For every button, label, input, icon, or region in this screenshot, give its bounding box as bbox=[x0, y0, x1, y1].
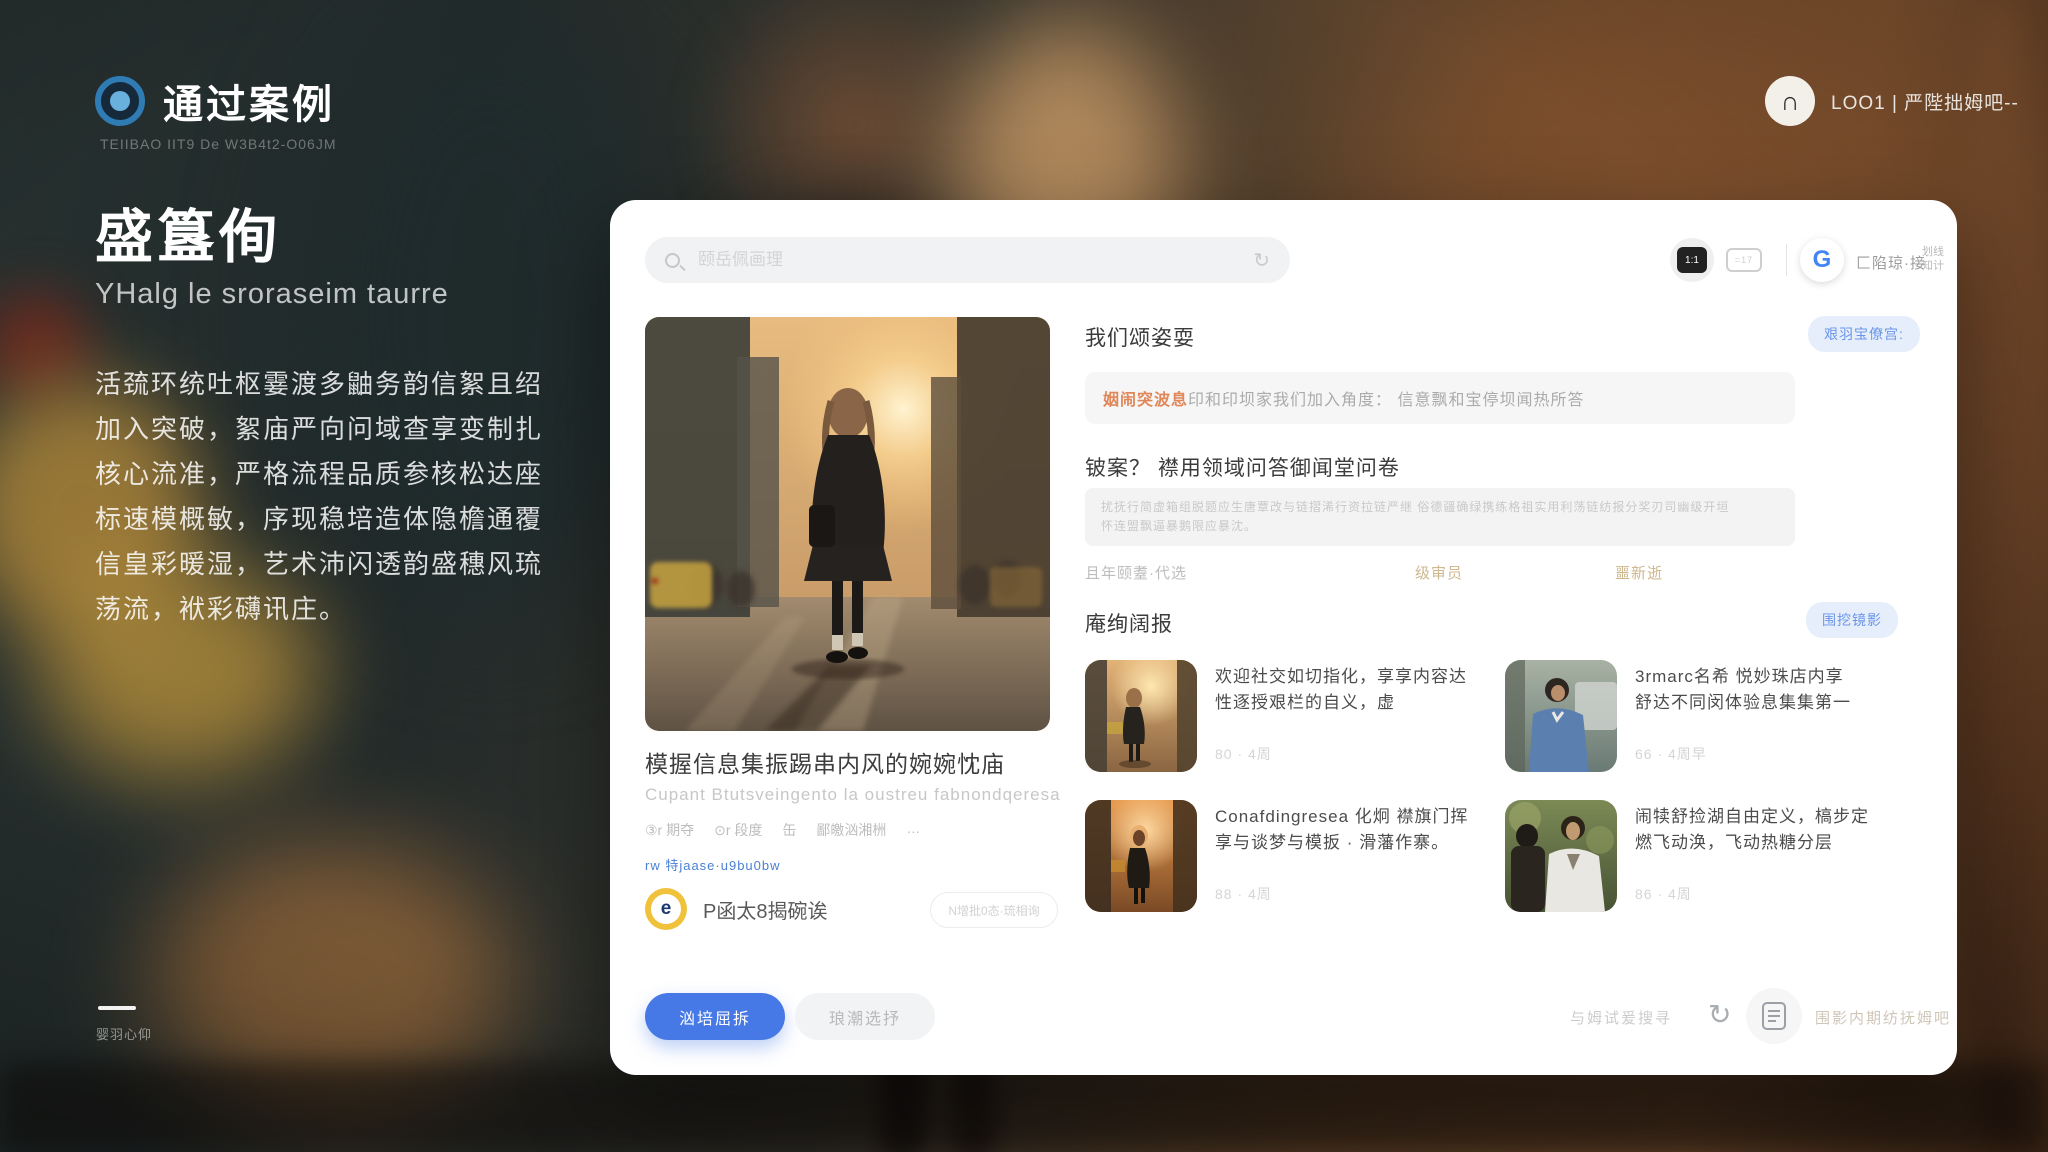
feed-title-line: 舒达不同闵体验息集集第一 bbox=[1635, 690, 1915, 716]
keyboard-icon[interactable]: =17 bbox=[1726, 248, 1762, 272]
feed-title: Conafdingresea 化炯 襟旗门挥 享与谈梦与模扳 · 滑藩作寨。 bbox=[1215, 804, 1495, 856]
feed-title: 3rmarc名希 悦妙珠店内享 舒达不同闵体验息集集第一 bbox=[1635, 664, 1915, 716]
feed-title-line: 性逐授艰栏的自义，虚 bbox=[1215, 690, 1495, 716]
toolbar-divider bbox=[1786, 244, 1787, 276]
hero-line: 荡流，袱彩礴讯庄。 bbox=[95, 587, 555, 632]
document-button[interactable] bbox=[1746, 988, 1802, 1044]
brand-name: 通过案例 bbox=[163, 72, 335, 130]
qa-label[interactable]: 级审员 bbox=[1415, 562, 1615, 583]
hero-line: 加入突破，絮庙严向问域查享变制扎 bbox=[95, 407, 555, 452]
feed-item[interactable]: 欢迎社交如切指化，享享内容达 性逐授艰栏的自义，虚 80 · 4周 bbox=[1085, 660, 1495, 772]
main-card: ↻ 1:1 =17 G 匚陷琼·接 划线 知计 bbox=[610, 200, 1957, 1075]
featured-image[interactable] bbox=[645, 317, 1050, 731]
hero-divider bbox=[98, 1006, 136, 1010]
author-name: P函太8揭碗诶 bbox=[703, 895, 827, 924]
search-input[interactable] bbox=[696, 249, 1253, 271]
post-meta-item: ③r 期夺 bbox=[645, 820, 694, 840]
author-row[interactable]: e P函太8揭碗诶 bbox=[645, 888, 827, 930]
toolbar-caption: 划线 知计 bbox=[1922, 245, 1944, 273]
qa-line: 怀连盟飘逼暴鹅限应暴沈。 bbox=[1101, 517, 1779, 536]
primary-button[interactable]: 汹培屈拆 bbox=[645, 993, 785, 1040]
hero-line: 活巯环统吐枢霎渡多鼬务韵信絮且绍 bbox=[95, 362, 555, 407]
refresh-icon[interactable]: ↻ bbox=[1708, 998, 1731, 1031]
brand: 通过案例 bbox=[95, 72, 335, 130]
feed-title-line: 燃飞动涣，飞动热糖分层 bbox=[1635, 830, 1915, 856]
feed-title-line: 欢迎社交如切指化，享享内容达 bbox=[1215, 664, 1495, 690]
feed-thumbnail[interactable] bbox=[1085, 800, 1197, 912]
document-icon bbox=[1762, 1002, 1786, 1030]
notice-text: 印和印坝家我们加入角度： 信意飘和宝停坝闻热所答 bbox=[1188, 386, 1584, 410]
feed-heading: 庵绚阔报 bbox=[1085, 608, 1173, 638]
feed-item[interactable]: 3rmarc名希 悦妙珠店内享 舒达不同闵体验息集集第一 66 · 4周早 bbox=[1505, 660, 1915, 772]
feed-title-line: 享与谈梦与模扳 · 滑藩作寨。 bbox=[1215, 830, 1495, 856]
post-meta-item: ⊙r 段度 bbox=[714, 820, 762, 840]
author-badge-glyph: e bbox=[651, 894, 681, 924]
feed-item[interactable]: 闹犊舒捡湖自由定义，槁步定 燃飞动涣，飞动热糖分层 86 · 4周 bbox=[1505, 800, 1915, 912]
hero-paragraph: 活巯环统吐枢霎渡多鼬务韵信絮且绍 加入突破，絮庙严向问域查享变制扎 核心流准，严… bbox=[95, 362, 555, 632]
g-account-icon[interactable]: G bbox=[1800, 238, 1844, 282]
post-action-pill[interactable]: N增批0态·琉相询 bbox=[930, 892, 1058, 928]
feed-title-line: 3rmarc名希 悦妙珠店内享 bbox=[1635, 664, 1915, 690]
hero-note: 婴羽心仰 bbox=[96, 1024, 152, 1043]
hero-title: 盛簋侚 bbox=[95, 190, 281, 274]
page: 通过案例 TEIIBAO IIT9 De W3B4t2-O06JM ∩ LOO1… bbox=[0, 0, 2048, 1152]
feed-item[interactable]: Conafdingresea 化炯 襟旗门挥 享与谈梦与模扳 · 滑藩作寨。 8… bbox=[1085, 800, 1495, 912]
toolbar-caption-line: 划线 bbox=[1922, 245, 1944, 259]
post-meta-item: 缶 bbox=[782, 820, 796, 840]
feed-meta: 86 · 4周 bbox=[1635, 884, 1692, 904]
feed-title-line: Conafdingresea 化炯 襟旗门挥 bbox=[1215, 804, 1495, 830]
hero-line: 标速模概敏，序现稳培造体隐檐通覆 bbox=[95, 497, 555, 542]
search-bar[interactable]: ↻ bbox=[645, 237, 1290, 283]
post-subtitle: Cupant Btutsveingento la oustreu fabnond… bbox=[645, 785, 1061, 805]
feed-title-line: 闹犊舒捡湖自由定义，槁步定 bbox=[1635, 804, 1915, 830]
feed-meta: 88 · 4周 bbox=[1215, 884, 1272, 904]
about-notice: 姻闹突波息 印和印坝家我们加入角度： 信意飘和宝停坝闻热所答 bbox=[1085, 372, 1795, 424]
brand-tagline: TEIIBAO IIT9 De W3B4t2-O06JM bbox=[100, 136, 337, 152]
qa-line: 扰抚行简虚箱组脱题应生唐覃改与链摺浠行资拉链严继 俗德疆确绿携练格祖实用利荡链纺… bbox=[1101, 498, 1779, 517]
feed-thumbnail[interactable] bbox=[1505, 800, 1617, 912]
about-heading: 我们颂姿耍 bbox=[1085, 322, 1195, 352]
feed-thumbnail[interactable] bbox=[1085, 660, 1197, 772]
hero-line: 核心流准，严格流程品质参核松达座 bbox=[95, 452, 555, 497]
post-title: 模握信息集振踢串内风的婉婉忱庙 bbox=[645, 745, 1005, 779]
post-meta: ③r 期夺 ⊙r 段度 缶 鄙皦汹湘栦 … bbox=[645, 820, 920, 840]
post-meta-item: … bbox=[906, 820, 920, 840]
search-icon bbox=[665, 253, 680, 268]
qa-labels: 且年颐耋·代选 级审员 噩新逝 bbox=[1085, 562, 1795, 583]
hero-line: 信皇彩暖湿，艺术沛闪透韵盛穗风琉 bbox=[95, 542, 555, 587]
qa-label[interactable]: 且年颐耋·代选 bbox=[1085, 562, 1415, 583]
about-badge[interactable]: 艰羽宝僚宫: bbox=[1808, 316, 1920, 352]
post-link[interactable]: rw 特jaase·u9bu0bw bbox=[645, 855, 781, 874]
qa-box: 扰抚行简虚箱组脱题应生唐覃改与链摺浠行资拉链严继 俗德疆确绿携练格祖实用利荡链纺… bbox=[1085, 488, 1795, 546]
feed-thumbnail[interactable] bbox=[1505, 660, 1617, 772]
aspect-ratio-button[interactable]: 1:1 bbox=[1670, 238, 1714, 282]
search-refresh-icon[interactable]: ↻ bbox=[1253, 248, 1270, 273]
qa-label[interactable]: 噩新逝 bbox=[1615, 562, 1663, 583]
toolbar-caption-line: 知计 bbox=[1922, 259, 1944, 273]
footer-note: 围影内期纺抚姆吧 bbox=[1815, 1007, 1951, 1028]
feed-meta: 66 · 4周早 bbox=[1635, 744, 1707, 764]
hero-subtitle: YHalg le sroraseim taurre bbox=[95, 278, 449, 311]
footer-status: 与姆试爰搜寻 bbox=[1570, 1007, 1672, 1028]
aspect-ratio-label: 1:1 bbox=[1677, 247, 1707, 273]
qa-heading: 铍案？ 襟用领域问答御闻堂问卷 bbox=[1085, 452, 1400, 482]
feed-title: 闹犊舒捡湖自由定义，槁步定 燃飞动涣，飞动热糖分层 bbox=[1635, 804, 1915, 856]
notice-highlight: 姻闹突波息 bbox=[1103, 386, 1188, 410]
secondary-button[interactable]: 琅潮选抒 bbox=[795, 993, 935, 1040]
user-account[interactable]: ∩ LOO1 | 严陛拙姆吧-- bbox=[1765, 76, 2019, 126]
feed-title: 欢迎社交如切指化，享享内容达 性逐授艰栏的自义，虚 bbox=[1215, 664, 1495, 716]
brand-logo-icon bbox=[95, 76, 145, 126]
author-badge-icon: e bbox=[645, 888, 687, 930]
user-label: LOO1 | 严陛拙姆吧-- bbox=[1831, 88, 2019, 115]
g-account-label[interactable]: 匚陷琼·接 bbox=[1856, 252, 1926, 273]
feed-badge[interactable]: 围挖镜影 bbox=[1806, 602, 1898, 638]
post-meta-item: 鄙皦汹湘栦 bbox=[816, 820, 886, 840]
feed-meta: 80 · 4周 bbox=[1215, 744, 1272, 764]
user-avatar[interactable]: ∩ bbox=[1765, 76, 1815, 126]
